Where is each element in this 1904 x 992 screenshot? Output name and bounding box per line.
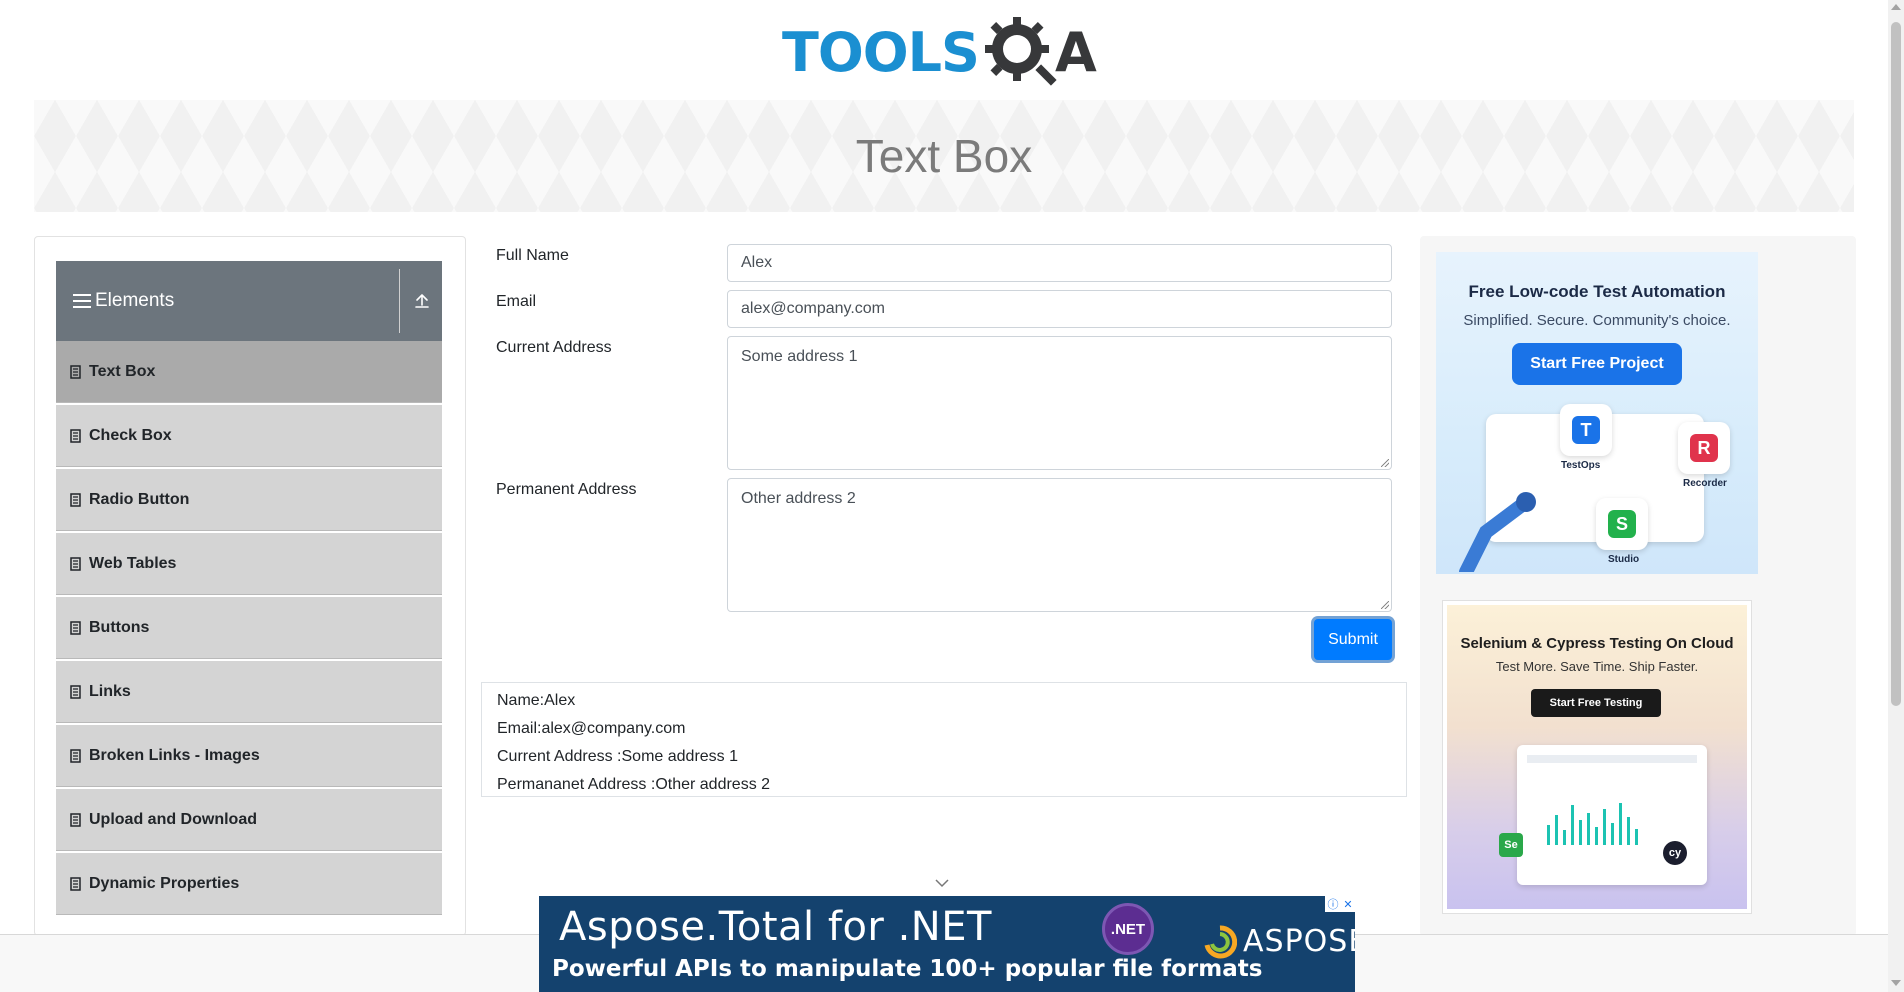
ad-info-icon[interactable]: ⓘ bbox=[1327, 896, 1338, 912]
studio-icon: S bbox=[1596, 498, 1648, 550]
ad2-subtitle: Test More. Save Time. Ship Faster. bbox=[1495, 659, 1699, 674]
sidebar-item-links[interactable]: Links bbox=[56, 661, 442, 723]
logo-text-a: A bbox=[1054, 21, 1097, 84]
ad1-subtitle: Simplified. Secure. Community's choice. bbox=[1463, 312, 1731, 329]
scroll-down-icon[interactable] bbox=[1891, 980, 1901, 986]
ad-aspose[interactable]: Aspose.Total for .NET Powerful APIs to m… bbox=[539, 896, 1355, 992]
scrollbar-thumb[interactable] bbox=[1891, 22, 1901, 706]
ad-choices-badge[interactable]: ⓘ ✕ bbox=[1325, 896, 1355, 912]
scroll-up-icon[interactable] bbox=[1891, 4, 1901, 10]
document-icon bbox=[70, 428, 81, 443]
sidebar-item-check-box[interactable]: Check Box bbox=[56, 405, 442, 467]
cypress-icon: cy bbox=[1663, 841, 1687, 865]
current-address-textarea[interactable]: Some address 1 bbox=[727, 336, 1392, 470]
page-banner: Text Box bbox=[34, 100, 1854, 212]
sidebar-item-label: Radio Button bbox=[89, 490, 190, 508]
sidebar-item-label: Dynamic Properties bbox=[89, 874, 240, 892]
ad1-label-studio: Studio bbox=[1608, 554, 1640, 565]
sidebar-item-label: Web Tables bbox=[89, 554, 177, 572]
current-address-label: Current Address bbox=[496, 339, 612, 356]
sidebar-item-web-tables[interactable]: Web Tables bbox=[56, 533, 442, 595]
document-icon bbox=[70, 620, 81, 635]
email-input[interactable]: alex@company.com bbox=[727, 290, 1392, 328]
full-name-input[interactable]: Alex bbox=[727, 244, 1392, 282]
email-label: Email bbox=[496, 293, 537, 310]
ad-lambdatest[interactable]: Selenium & Cypress Testing On Cloud Test… bbox=[1447, 605, 1747, 909]
ad1-label-recorder: Recorder bbox=[1683, 478, 1727, 489]
chevron-down-icon[interactable] bbox=[934, 878, 950, 888]
close-icon[interactable]: ✕ bbox=[1343, 898, 1352, 911]
document-icon bbox=[70, 748, 81, 763]
output-email: Email:alex@company.com bbox=[497, 720, 686, 737]
sidebar-group-elements[interactable]: Elements bbox=[56, 261, 442, 341]
ad2-title: Selenium & Cypress Testing On Cloud bbox=[1460, 635, 1734, 652]
sidebar-item-label: Text Box bbox=[89, 362, 156, 380]
sidebar-menu: Text Box Check Box Radio Button Web Tabl… bbox=[56, 341, 442, 917]
submit-button[interactable]: Submit bbox=[1314, 619, 1392, 660]
ad1-title: Free Low-code Test Automation bbox=[1468, 282, 1726, 301]
permanent-address-label: Permanent Address bbox=[496, 481, 637, 498]
selenium-icon: Se bbox=[1499, 833, 1523, 857]
output-current-address: Current Address :Some address 1 bbox=[497, 748, 739, 765]
sidebar-item-label: Buttons bbox=[89, 618, 150, 636]
gear-magnifier-icon bbox=[984, 17, 1057, 86]
sidebar-item-dynamic-properties[interactable]: Dynamic Properties bbox=[56, 853, 442, 915]
sidebar-group-title: Elements bbox=[95, 290, 175, 311]
document-icon bbox=[70, 556, 81, 571]
testops-icon: T bbox=[1560, 404, 1612, 456]
ad1-label-testops: TestOps bbox=[1561, 460, 1601, 471]
sidebar-item-broken-links[interactable]: Broken Links - Images bbox=[56, 725, 442, 787]
logo-text-tools: TOOLS bbox=[782, 21, 980, 84]
dotnet-badge: .NET bbox=[1102, 903, 1154, 955]
sidebar-item-label: Links bbox=[89, 682, 131, 700]
ad2-start-button[interactable]: Start Free Testing bbox=[1531, 689, 1661, 717]
permanent-address-textarea[interactable]: Other address 2 bbox=[727, 478, 1392, 612]
output-name: Name:Alex bbox=[497, 692, 576, 709]
sidebar-item-label: Check Box bbox=[89, 426, 172, 444]
sidebar-item-upload-download[interactable]: Upload and Download bbox=[56, 789, 442, 851]
page-title: Text Box bbox=[855, 130, 1033, 182]
document-icon bbox=[70, 876, 81, 891]
menu-icon bbox=[73, 294, 91, 308]
robot-arm-icon bbox=[1459, 492, 1536, 572]
sidebar-item-label: Broken Links - Images bbox=[89, 746, 260, 764]
document-icon bbox=[70, 364, 81, 379]
document-icon bbox=[70, 492, 81, 507]
sidebar-item-radio-button[interactable]: Radio Button bbox=[56, 469, 442, 531]
sidebar-item-buttons[interactable]: Buttons bbox=[56, 597, 442, 659]
ad3-title: Aspose.Total for .NET bbox=[559, 904, 992, 950]
output-permanent-address: Permananet Address :Other address 2 bbox=[497, 776, 771, 793]
aspose-brand-text: ASPOSE bbox=[1243, 924, 1355, 959]
toolsqa-logo[interactable]: TOOLS A bbox=[782, 14, 1108, 92]
sidebar-item-text-box[interactable]: Text Box bbox=[56, 341, 442, 403]
document-icon bbox=[70, 812, 81, 827]
ad3-subtitle: Powerful APIs to manipulate 100+ popular… bbox=[552, 956, 1263, 982]
aspose-brand: ASPOSE bbox=[1203, 924, 1355, 959]
aspose-logo-icon bbox=[1204, 924, 1237, 958]
ad-katalon[interactable]: Free Low-code Test Automation Simplified… bbox=[1436, 252, 1758, 574]
full-name-label: Full Name bbox=[496, 247, 569, 264]
upload-arrow-icon[interactable] bbox=[410, 289, 434, 313]
header-divider bbox=[399, 269, 400, 333]
ad1-start-button[interactable]: Start Free Project bbox=[1512, 343, 1682, 385]
output-box: Name:Alex Email:alex@company.com Current… bbox=[481, 682, 1407, 797]
sidebar-item-label: Upload and Download bbox=[89, 810, 257, 828]
document-icon bbox=[70, 684, 81, 699]
recorder-icon: R bbox=[1678, 422, 1730, 474]
